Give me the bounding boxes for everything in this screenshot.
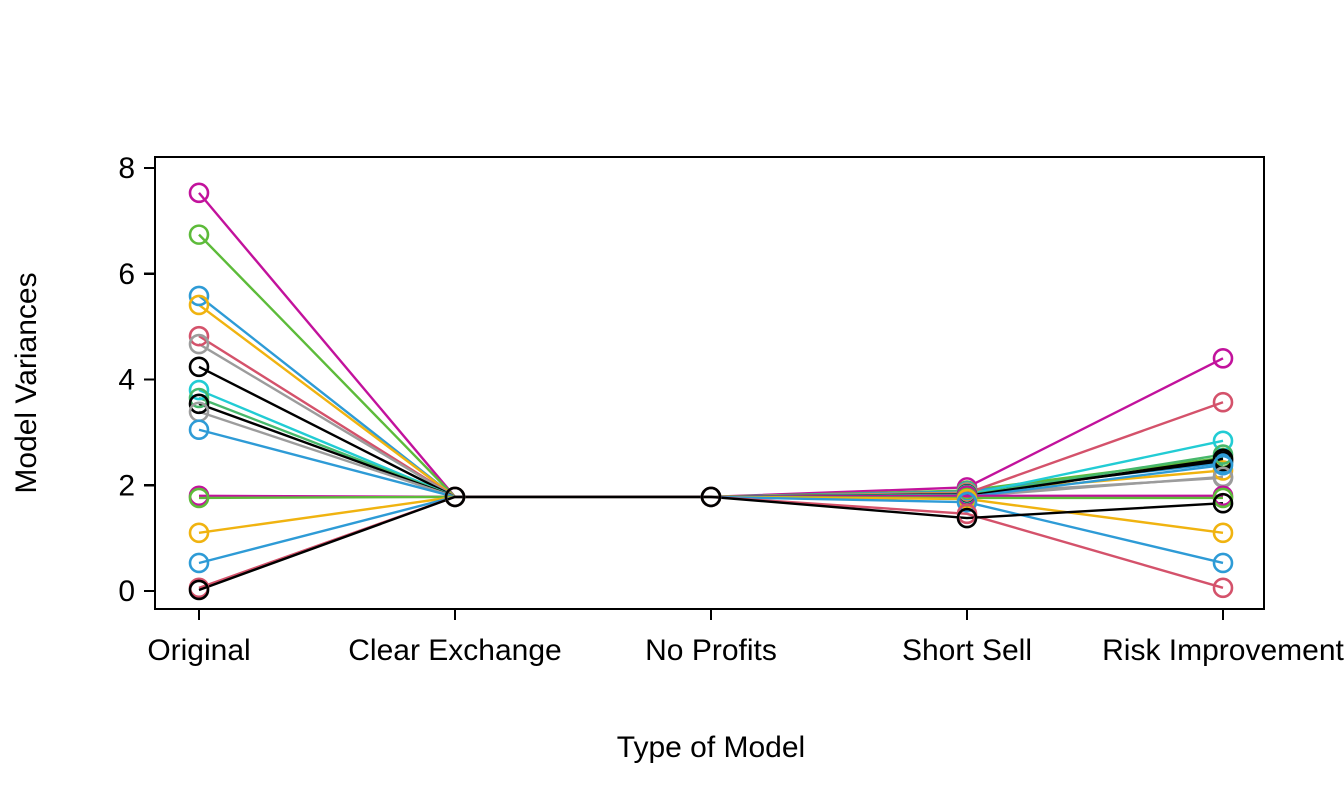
x-axis-title: Type of Model	[617, 731, 805, 764]
x-tick-label-original: Original	[147, 634, 250, 667]
y-tick-label: 2	[118, 469, 135, 502]
parallel-coordinates-plot: 0 2 4 6 8 Original Clear Exchange No Profits Sh…	[0, 0, 1344, 806]
chart-container: 0 2 4 6 8 Original Clear Exchange No Profits Sh…	[0, 0, 1344, 806]
x-tick-label-clear-exchange: Clear Exchange	[348, 634, 561, 667]
x-tick-label-risk-improvement: Risk Improvement	[1102, 634, 1344, 667]
x-tick-label-no-profits: No Profits	[645, 634, 777, 667]
y-tick-label: 8	[118, 152, 135, 185]
y-axis-title: Model Variances	[10, 272, 43, 493]
x-tick-label-short-sell: Short Sell	[902, 634, 1032, 667]
y-tick-label: 6	[118, 258, 135, 291]
y-tick-label: 0	[118, 575, 135, 608]
y-tick-label: 4	[118, 364, 135, 397]
